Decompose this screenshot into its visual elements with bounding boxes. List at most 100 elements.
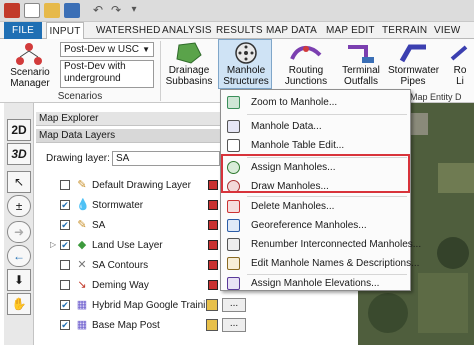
elevation-icon	[227, 277, 240, 290]
edit-names-icon	[227, 257, 240, 270]
layer-row[interactable]: ✕ SA Contours	[36, 256, 220, 275]
ribbon-divider	[160, 41, 161, 101]
terminal-outfalls-button[interactable]: Terminal Outfalls	[336, 41, 386, 89]
layer-row[interactable]: ✔ 💧 Stormwater	[36, 196, 220, 215]
back-icon[interactable]: ←	[7, 245, 31, 267]
menu-item-label: Delete Manholes...	[251, 201, 335, 212]
manhole-structures-button[interactable]: Manhole Structures	[218, 39, 272, 89]
new-file-icon[interactable]	[24, 3, 40, 18]
zoom-icon[interactable]: ±	[7, 195, 31, 217]
redo-icon[interactable]: ↷	[108, 3, 124, 18]
app-logo-icon[interactable]	[4, 3, 20, 18]
menu-item-assign-manhole-elevations[interactable]: Assign Manhole Elevations...	[221, 274, 410, 293]
menu-item-manhole-data[interactable]: Manhole Data...	[221, 117, 410, 136]
stormwater-pipes-label: Stormwater Pipes	[388, 65, 440, 87]
lock-icon[interactable]	[206, 299, 218, 311]
select-pointer-icon[interactable]: ↖	[7, 171, 31, 193]
layer-style-swatch[interactable]	[208, 260, 218, 270]
menu-item-delete-manholes[interactable]: Delete Manholes...	[221, 197, 410, 216]
layer-row[interactable]: ▷ ✔ ◆ Land Use Layer	[36, 236, 220, 255]
pipe-icon	[399, 44, 426, 63]
undo-icon[interactable]: ↶	[90, 3, 106, 18]
map-data-layers-title: Map Data Layers	[36, 129, 222, 143]
layer-row[interactable]: ✎ Default Drawing Layer	[36, 176, 220, 195]
layer-style-swatch[interactable]	[208, 200, 218, 210]
scenario-manager-button[interactable]	[14, 42, 44, 66]
tab-results[interactable]: RESULTS	[216, 22, 263, 39]
layer-name: SA	[92, 220, 106, 231]
layer-style-swatch[interactable]	[208, 280, 218, 290]
terminal-outfalls-label: Terminal Outfalls	[342, 65, 380, 87]
more-icon[interactable]: ▾	[126, 3, 142, 18]
tab-file[interactable]: FILE	[4, 22, 42, 39]
menu-item-zoom-to-manhole[interactable]: Zoom to Manhole...	[221, 93, 410, 112]
menu-item-manhole-table-edit[interactable]: Manhole Table Edit...	[221, 136, 410, 155]
menu-item-label: Georeference Manholes...	[251, 220, 367, 231]
layer-checkbox[interactable]	[60, 260, 70, 270]
drainage-subbasins-button[interactable]: Drainage Subbasins	[165, 41, 213, 89]
tab-analysis[interactable]: ANALYSIS	[162, 22, 212, 39]
layer-checkbox[interactable]: ✔	[60, 240, 70, 250]
menu-item-label: Edit Manhole Names & Descriptions...	[251, 258, 420, 269]
routing-links-label: Ro Li	[453, 65, 467, 87]
georeference-icon	[227, 219, 240, 232]
layer-options-button[interactable]: ...	[222, 298, 246, 312]
tab-input[interactable]: INPUT	[46, 22, 84, 40]
layer-name: Deming Way	[92, 280, 149, 291]
menu-item-georeference-manholes[interactable]: Georeference Manholes...	[221, 216, 410, 235]
scenario-description: Post-Dev with underground	[60, 60, 154, 88]
layer-row[interactable]: ✔ ▦ Base Map Post ...	[36, 316, 256, 335]
outfall-icon	[348, 45, 374, 63]
tab-map-data[interactable]: MAP DATA	[266, 22, 317, 39]
layer-checkbox[interactable]	[60, 280, 70, 290]
scenario-manager-label: Scenario Manager	[10, 67, 50, 89]
layer-style-swatch[interactable]	[208, 240, 218, 250]
save-icon[interactable]	[64, 3, 80, 18]
menu-item-edit-manhole-names[interactable]: Edit Manhole Names & Descriptions...	[221, 254, 419, 273]
layer-checkbox[interactable]: ✔	[60, 200, 70, 210]
layer-name: Land Use Layer	[92, 240, 163, 251]
scenario-combo-value: Post-Dev w USC	[64, 44, 140, 55]
menu-item-renumber-manholes[interactable]: Renumber Interconnected Manholes...	[221, 235, 421, 254]
layer-style-swatch[interactable]	[208, 220, 218, 230]
scenario-combo[interactable]: Post-Dev w USC ▼	[60, 42, 154, 57]
drawing-layer-select[interactable]: SA	[112, 151, 220, 166]
3d-view-button[interactable]: 3D	[7, 143, 31, 165]
pan-hand-icon[interactable]: ✋	[7, 293, 31, 315]
forward-icon[interactable]: ➜	[7, 221, 31, 243]
zoom-manhole-icon	[227, 96, 240, 109]
layer-row[interactable]: ✔ ▦ Hybrid Map Google Training ...	[36, 296, 256, 315]
landuse-icon: ◆	[77, 239, 87, 251]
layer-style-swatch[interactable]	[208, 180, 218, 190]
layer-checkbox[interactable]: ✔	[60, 320, 70, 330]
layer-name: Stormwater	[92, 200, 144, 211]
tab-terrain[interactable]: TERRAIN	[382, 22, 427, 39]
expand-arrow-icon[interactable]: ▷	[50, 240, 56, 249]
routing-junctions-label: Routing Junctions	[284, 65, 328, 87]
layer-row[interactable]: ✔ ✎ SA	[36, 216, 220, 235]
routing-junctions-button[interactable]: Routing Junctions	[280, 41, 332, 89]
2d-view-button[interactable]: 2D	[7, 119, 31, 141]
chevron-down-icon: ▼	[142, 45, 150, 54]
tab-view[interactable]: VIEW	[434, 22, 460, 39]
map-explorer-title: Map Explorer	[36, 112, 222, 126]
scenario-tree-icon	[16, 43, 42, 65]
tab-watershed[interactable]: WATERSHED	[96, 22, 161, 39]
tab-map-edit[interactable]: MAP EDIT	[326, 22, 375, 39]
open-folder-icon[interactable]	[44, 3, 60, 18]
lock-icon[interactable]	[206, 319, 218, 331]
pan-down-icon[interactable]: ⬇	[7, 269, 31, 291]
layer-options-button[interactable]: ...	[222, 318, 246, 332]
drawing-layer-label: Drawing layer:	[46, 153, 110, 164]
map-icon: ▦	[76, 319, 88, 331]
layer-checkbox[interactable]	[60, 180, 70, 190]
left-toolbar: 2D 3D ↖ ± ➜ ← ⬇ ✋	[4, 103, 34, 345]
group-scenarios: Scenarios	[57, 91, 103, 102]
layer-row[interactable]: ↘ Deming Way	[36, 276, 220, 295]
quick-access-toolbar: ↶ ↷ ▾	[0, 0, 474, 22]
layer-checkbox[interactable]: ✔	[60, 300, 70, 310]
menu-item-label: Zoom to Manhole...	[251, 97, 338, 108]
layer-checkbox[interactable]: ✔	[60, 220, 70, 230]
stormwater-pipes-button[interactable]: Stormwater Pipes	[388, 41, 440, 89]
routing-links-button[interactable]: Ro Li	[446, 41, 474, 89]
